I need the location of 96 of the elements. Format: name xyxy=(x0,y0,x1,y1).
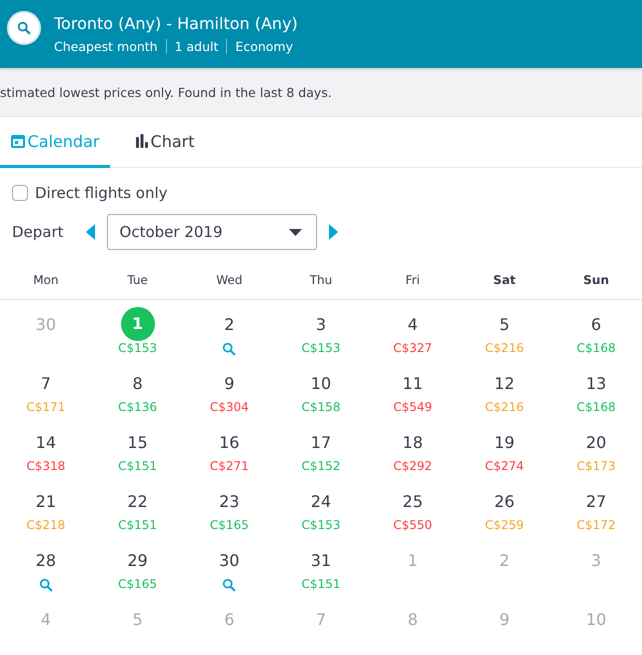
day-number[interactable]: 20 xyxy=(581,428,612,458)
day-number[interactable]: 7 xyxy=(30,369,61,399)
bar-chart-icon xyxy=(136,134,148,148)
day-number[interactable]: 12 xyxy=(489,369,520,399)
price-label: C$158 xyxy=(302,400,340,414)
price-label: C$271 xyxy=(210,459,249,473)
price-label: C$327 xyxy=(393,341,432,355)
price-label: C$153 xyxy=(302,518,340,532)
price-label: C$151 xyxy=(302,577,340,591)
day-number[interactable]: 2 xyxy=(214,310,244,340)
day-number[interactable]: 14 xyxy=(30,428,61,458)
price-label: C$152 xyxy=(302,459,340,473)
caret-icon xyxy=(288,228,302,236)
route-title: Toronto (Any) - Hamilton (Any) xyxy=(54,14,298,33)
day-number[interactable]: 23 xyxy=(214,487,244,517)
price-label: C$151 xyxy=(118,518,158,532)
search-button[interactable] xyxy=(7,11,41,45)
weekday-label: Mon xyxy=(32,273,60,287)
day-number: 10 xyxy=(584,609,608,631)
price-label: C$168 xyxy=(576,400,616,414)
day-number[interactable]: 8 xyxy=(122,369,153,399)
search-icon[interactable] xyxy=(17,21,31,35)
price-label: C$151 xyxy=(118,459,158,473)
day-number[interactable]: 6 xyxy=(581,310,612,340)
day-number[interactable]: 9 xyxy=(214,369,244,399)
day-number: 1 xyxy=(406,550,419,572)
previous-month-icon[interactable] xyxy=(86,224,95,240)
price-label: C$550 xyxy=(393,518,432,532)
price-label: C$165 xyxy=(118,577,158,591)
day-number[interactable]: 15 xyxy=(122,428,153,458)
day-number[interactable]: 4 xyxy=(398,310,428,340)
day-number: 8 xyxy=(406,609,419,631)
day-number[interactable]: 22 xyxy=(122,487,153,517)
calendar-icon xyxy=(10,134,25,148)
checkbox-label[interactable]: Direct flights only xyxy=(35,184,168,202)
price-label: C$153 xyxy=(118,341,158,355)
search-icon[interactable] xyxy=(222,578,236,592)
month-dropdown[interactable]: October 2019 xyxy=(106,214,317,250)
price-label: C$153 xyxy=(302,341,340,355)
notice-text: stimated lowest prices only. Found in the last 8 days. xyxy=(0,84,332,100)
day-number[interactable]: 29 xyxy=(122,546,153,576)
day-number[interactable]: 5 xyxy=(489,310,520,340)
day-number: 2 xyxy=(498,550,511,572)
search-icon[interactable] xyxy=(38,578,53,592)
day-number[interactable]: 19 xyxy=(489,428,520,458)
price-label: C$216 xyxy=(484,341,524,355)
price-label: C$216 xyxy=(484,400,524,414)
search-detail: 1 adult xyxy=(166,39,226,54)
day-number[interactable]: 18 xyxy=(398,428,428,458)
search-detail: Economy xyxy=(226,39,301,54)
price-label: C$259 xyxy=(484,518,524,532)
price-label: C$304 xyxy=(210,400,249,414)
price-label: C$218 xyxy=(26,518,66,532)
price-label: C$136 xyxy=(118,400,158,414)
day-number[interactable]: 26 xyxy=(489,487,520,517)
day-number: 5 xyxy=(131,609,144,631)
tab[interactable]: Chart xyxy=(110,117,220,168)
day-number[interactable]: 31 xyxy=(306,546,336,576)
price-label: C$165 xyxy=(210,518,249,532)
day-number[interactable]: 16 xyxy=(214,428,244,458)
weekday-label: Tue xyxy=(126,273,149,287)
day-number[interactable]: 27 xyxy=(581,487,612,517)
price-label: C$318 xyxy=(26,459,66,473)
checkbox[interactable] xyxy=(12,185,28,201)
day-number[interactable]: 30 xyxy=(214,546,244,576)
day-number[interactable]: 21 xyxy=(30,487,61,517)
day-number[interactable]: 3 xyxy=(306,310,336,340)
day-number[interactable]: 11 xyxy=(398,369,428,399)
day-number: 4 xyxy=(40,609,52,631)
day-number[interactable]: 28 xyxy=(30,546,61,576)
day-number[interactable]: 13 xyxy=(581,369,612,399)
weekday-label: Sat xyxy=(492,273,517,287)
search-detail: Cheapest month xyxy=(54,39,159,54)
next-month-icon[interactable] xyxy=(328,224,338,240)
price-label: C$292 xyxy=(393,459,432,473)
weekday-label: Thu xyxy=(308,273,334,287)
price-label: C$549 xyxy=(393,400,432,414)
price-label: C$168 xyxy=(576,341,616,355)
depart-label: Depart xyxy=(12,223,64,241)
weekday-label: Fri xyxy=(404,273,421,287)
day-number: 3 xyxy=(590,550,602,572)
day-number[interactable]: 17 xyxy=(306,428,336,458)
day-number: 30 xyxy=(34,314,58,336)
price-label: C$171 xyxy=(26,400,66,414)
price-label: C$274 xyxy=(484,459,524,473)
price-label: C$173 xyxy=(576,459,616,473)
weekday-label: Wed xyxy=(215,273,244,287)
weekday-label: Sun xyxy=(582,273,610,287)
search-icon[interactable] xyxy=(222,342,236,356)
day-number: 7 xyxy=(314,609,328,631)
day-number[interactable]: 25 xyxy=(398,487,428,517)
day-number[interactable]: 10 xyxy=(306,369,336,399)
day-number[interactable]: 24 xyxy=(306,487,336,517)
day-number: 9 xyxy=(498,609,511,631)
price-label: C$172 xyxy=(576,518,616,532)
day-number: 6 xyxy=(223,609,236,631)
